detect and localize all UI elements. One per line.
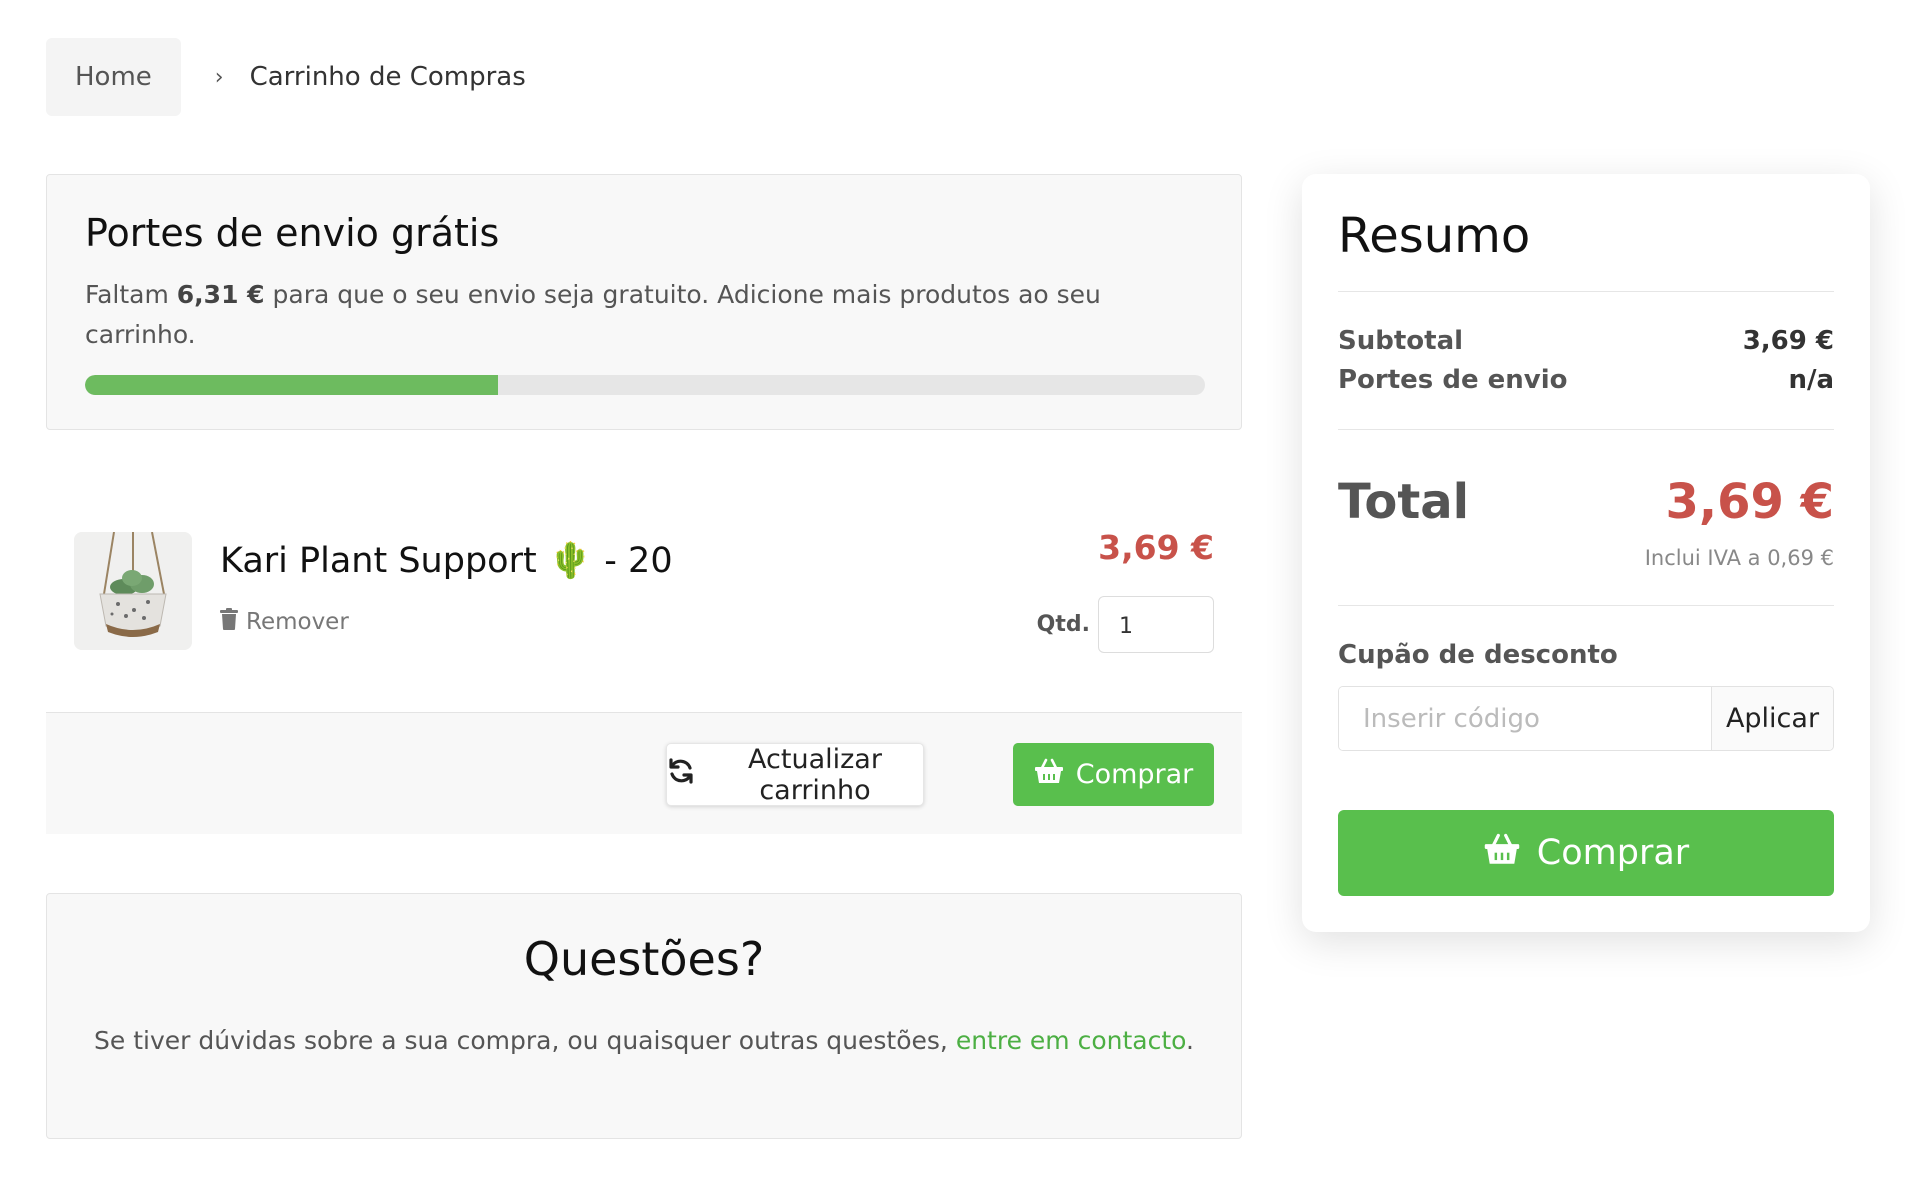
questions-title: Questões? [523,932,765,986]
breadcrumb-separator: › [214,64,224,90]
order-summary-card: Resumo Subtotal 3,69 € Portes de envio n… [1302,174,1870,932]
summary-title: Resumo [1338,208,1531,264]
free-shipping-box: Portes de envio grátis Faltam 6,31 € par… [46,174,1242,430]
checkout-label: Comprar [1075,759,1194,790]
coupon-label: Cupão de desconto [1338,640,1618,670]
free-shipping-text-before: Faltam [85,279,177,309]
free-shipping-progress-fill [85,374,499,395]
total-value: 3,69 € [1665,474,1834,530]
product-title: Kari Plant Support [220,540,537,581]
summary-checkout-label: Comprar [1536,833,1690,873]
quantity-label: Qtd. [1036,612,1090,637]
checkout-button[interactable]: Comprar [1013,743,1214,806]
subtotal-row: Subtotal 3,69 € [1338,326,1834,356]
product-price: 3,69 € [1098,528,1214,567]
summary-divider [1338,429,1834,430]
trash-icon [220,608,238,636]
free-shipping-amount: 6,31 € [176,279,265,309]
breadcrumb-home-link[interactable]: Home [46,38,181,116]
subtotal-value: 3,69 € [1742,326,1834,356]
questions-text: Se tiver dúvidas sobre a sua compra, ou … [47,1026,1241,1055]
product-variant: - 20 [604,540,673,581]
breadcrumb: Home › Carrinho de Compras [46,38,526,116]
free-shipping-progress-bar [85,374,1205,395]
refresh-icon [667,757,695,792]
tax-note: Inclui IVA a 0,69 € [1644,546,1834,570]
total-label: Total [1338,474,1470,530]
coupon-group: Aplicar [1338,686,1834,751]
shipping-row: Portes de envio n/a [1338,365,1834,395]
product-name[interactable]: Kari Plant Support 🌵 - 20 [220,540,673,582]
shipping-label: Portes de envio [1338,365,1568,395]
product-thumbnail[interactable] [74,532,192,650]
cart-actions-bar: Actualizar carrinho Comprar [46,712,1242,834]
remove-item-label: Remover [246,609,349,635]
subtotal-label: Subtotal [1338,326,1464,356]
cart-page: Home › Carrinho de Compras Portes de env… [0,0,1920,1191]
coupon-input[interactable] [1339,687,1711,750]
contact-link[interactable]: entre em contacto [956,1026,1186,1055]
questions-text-end: . [1186,1026,1194,1055]
summary-checkout-button[interactable]: Comprar [1338,810,1834,896]
apply-coupon-button[interactable]: Aplicar [1711,687,1833,750]
questions-box: Questões? Se tiver dúvidas sobre a sua c… [46,893,1242,1139]
cactus-icon: 🌵 [548,541,593,581]
questions-text-body: Se tiver dúvidas sobre a sua compra, ou … [94,1026,956,1055]
update-cart-button[interactable]: Actualizar carrinho [666,743,924,806]
summary-divider [1338,605,1834,606]
free-shipping-text: Faltam 6,31 € para que o seu envio seja … [85,275,1203,355]
update-cart-label: Actualizar carrinho [748,743,882,806]
shipping-value: n/a [1788,365,1834,395]
quantity-input[interactable] [1098,596,1214,653]
cart-item: Kari Plant Support 🌵 - 20 Remover 3,69 €… [46,500,1242,712]
remove-item-button[interactable]: Remover [220,608,349,636]
summary-divider [1338,291,1834,292]
breadcrumb-current: Carrinho de Compras [249,62,526,92]
free-shipping-title: Portes de envio grátis [85,211,500,255]
basket-icon [1034,758,1064,791]
basket-icon [1483,833,1521,874]
